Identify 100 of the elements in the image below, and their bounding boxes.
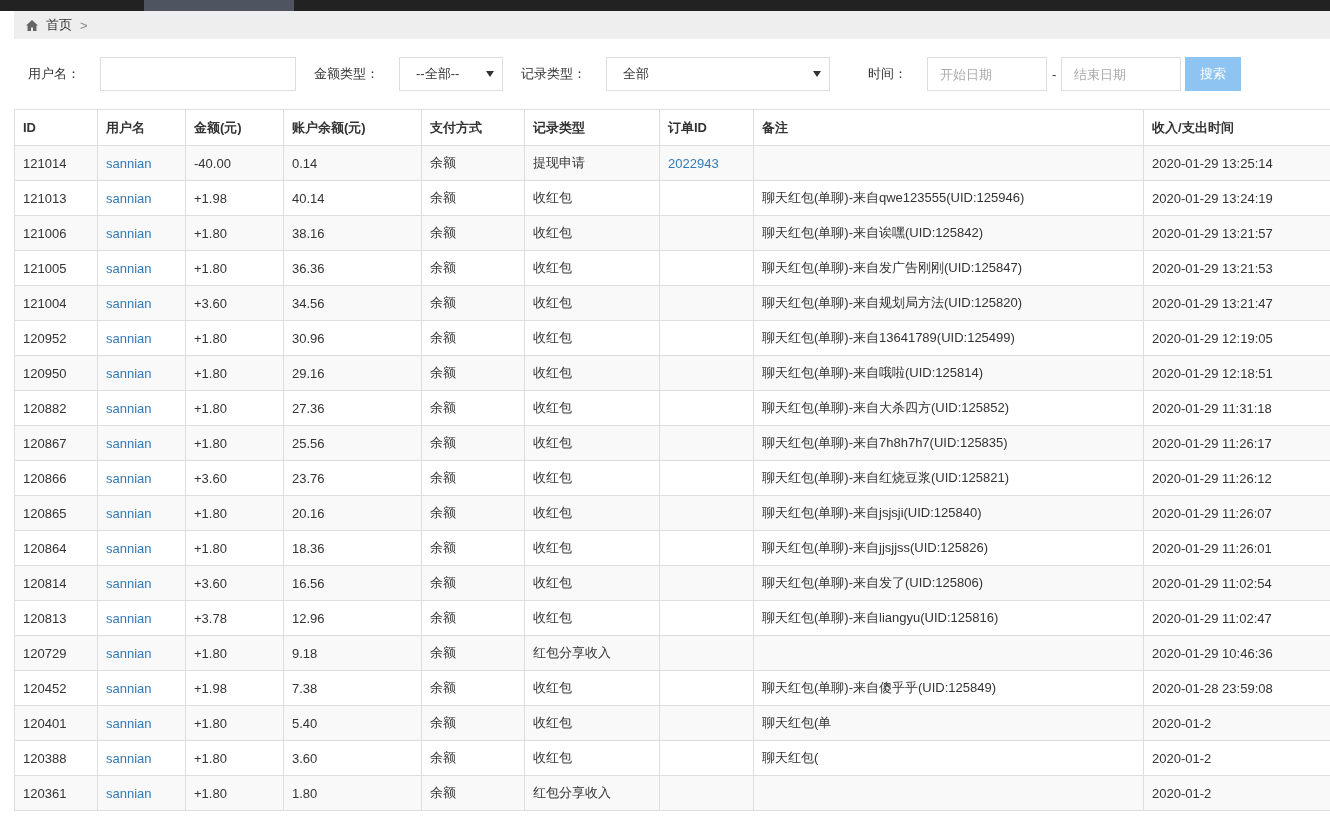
table-cell: 余额 bbox=[421, 320, 525, 356]
table-cell: 收红包 bbox=[524, 670, 660, 706]
table-cell: +1.80 bbox=[185, 390, 284, 426]
table-cell: 121005 bbox=[14, 250, 98, 286]
username-link[interactable]: sannian bbox=[97, 425, 186, 461]
username-link[interactable]: sannian bbox=[97, 635, 186, 671]
username-field[interactable] bbox=[100, 57, 296, 91]
end-date-field[interactable]: 结束日期 bbox=[1061, 57, 1182, 91]
table-cell: 聊天红包(单聊)-来自7h8h7h7(UID:125835) bbox=[753, 425, 1144, 461]
table-cell: 34.56 bbox=[283, 285, 422, 321]
username-link[interactable]: sannian bbox=[97, 215, 186, 251]
table-cell: 120950 bbox=[14, 355, 98, 391]
table-cell: 5.40 bbox=[283, 705, 422, 741]
table-cell: 聊天红包(单聊)-来自哦啦(UID:125814) bbox=[753, 355, 1144, 391]
table-cell: 聊天红包(单聊)-来自liangyu(UID:125816) bbox=[753, 600, 1144, 636]
username-link[interactable]: sannian bbox=[97, 775, 186, 811]
table-cell: 20.16 bbox=[283, 495, 422, 531]
table-cell: +1.80 bbox=[185, 425, 284, 461]
username-label: 用户名： bbox=[28, 65, 80, 83]
table-cell: 余额 bbox=[421, 250, 525, 286]
table-cell: 聊天红包(单 bbox=[753, 705, 1144, 741]
table-cell: 余额 bbox=[421, 670, 525, 706]
table-cell: +1.80 bbox=[185, 530, 284, 566]
table-cell: 120388 bbox=[14, 740, 98, 776]
table-cell: 120729 bbox=[14, 635, 98, 671]
table-cell: 聊天红包(单聊)-来自发了(UID:125806) bbox=[753, 565, 1144, 601]
table-cell: -40.00 bbox=[185, 145, 284, 181]
username-link[interactable]: sannian bbox=[97, 530, 186, 566]
username-link[interactable]: sannian bbox=[97, 250, 186, 286]
nav-tab-highlight[interactable] bbox=[144, 0, 294, 11]
username-link[interactable]: sannian bbox=[97, 285, 186, 321]
time-label: 时间： bbox=[868, 65, 907, 83]
table-cell: +1.80 bbox=[185, 320, 284, 356]
table-cell: +1.80 bbox=[185, 215, 284, 251]
table-cell: +1.98 bbox=[185, 670, 284, 706]
table-cell: +1.80 bbox=[185, 250, 284, 286]
table-cell: 9.18 bbox=[283, 635, 422, 671]
table-cell: 收红包 bbox=[524, 390, 660, 426]
username-link[interactable]: sannian bbox=[97, 600, 186, 636]
table-cell: 余额 bbox=[421, 600, 525, 636]
table-cell: 余额 bbox=[421, 635, 525, 671]
column-header: 备注 bbox=[753, 109, 1144, 146]
table-cell: 120814 bbox=[14, 565, 98, 601]
table-cell: 余额 bbox=[421, 355, 525, 391]
table-cell: 聊天红包(单聊)-来自发广告刚刚(UID:125847) bbox=[753, 250, 1144, 286]
table-cell: 收红包 bbox=[524, 425, 660, 461]
table-cell: +1.80 bbox=[185, 705, 284, 741]
table-cell: 120813 bbox=[14, 600, 98, 636]
amount-type-select[interactable]: --全部-- bbox=[399, 57, 503, 91]
table-cell: 收红包 bbox=[524, 215, 660, 251]
table-cell: 聊天红包( bbox=[753, 740, 1144, 776]
breadcrumb-home-link[interactable]: 首页 bbox=[46, 16, 72, 34]
table-cell: 聊天红包(单聊)-来自13641789(UID:125499) bbox=[753, 320, 1144, 356]
column-header: 账户余额(元) bbox=[283, 109, 422, 146]
table-cell: 0.14 bbox=[283, 145, 422, 181]
table-cell: 120866 bbox=[14, 460, 98, 496]
table-cell: +1.80 bbox=[185, 355, 284, 391]
table-cell: 收红包 bbox=[524, 320, 660, 356]
username-link[interactable]: sannian bbox=[97, 460, 186, 496]
table-cell: 收红包 bbox=[524, 285, 660, 321]
table-cell: +1.80 bbox=[185, 775, 284, 811]
username-link[interactable]: sannian bbox=[97, 320, 186, 356]
table-cell: 120952 bbox=[14, 320, 98, 356]
table-cell: +3.60 bbox=[185, 285, 284, 321]
table-cell: 余额 bbox=[421, 145, 525, 181]
table-cell: 余额 bbox=[421, 775, 525, 811]
table-cell: 收红包 bbox=[524, 740, 660, 776]
table-cell: 7.38 bbox=[283, 670, 422, 706]
username-link[interactable]: sannian bbox=[97, 495, 186, 531]
username-link[interactable]: sannian bbox=[97, 390, 186, 426]
table-cell: 收红包 bbox=[524, 600, 660, 636]
record-type-select[interactable]: 全部 bbox=[606, 57, 830, 91]
username-link[interactable]: sannian bbox=[97, 145, 186, 181]
username-link[interactable]: sannian bbox=[97, 565, 186, 601]
column-header: 记录类型 bbox=[524, 109, 660, 146]
table-cell: 3.60 bbox=[283, 740, 422, 776]
table-cell: 36.36 bbox=[283, 250, 422, 286]
table-cell: +1.98 bbox=[185, 180, 284, 216]
table-cell: 余额 bbox=[421, 390, 525, 426]
order-id-link[interactable]: 2022943 bbox=[659, 145, 754, 181]
table-cell: 余额 bbox=[421, 460, 525, 496]
table-cell: 12.96 bbox=[283, 600, 422, 636]
table-cell: 聊天红包(单聊)-来自红烧豆浆(UID:125821) bbox=[753, 460, 1144, 496]
table-cell: 23.76 bbox=[283, 460, 422, 496]
table-cell: 40.14 bbox=[283, 180, 422, 216]
username-link[interactable]: sannian bbox=[97, 180, 186, 216]
start-date-field[interactable]: 开始日期 bbox=[927, 57, 1047, 91]
table-cell: 余额 bbox=[421, 705, 525, 741]
username-link[interactable]: sannian bbox=[97, 705, 186, 741]
table-cell: 余额 bbox=[421, 740, 525, 776]
table-cell: +1.80 bbox=[185, 635, 284, 671]
table-cell: 收红包 bbox=[524, 355, 660, 391]
username-link[interactable]: sannian bbox=[97, 740, 186, 776]
table-cell: 收红包 bbox=[524, 495, 660, 531]
table-cell: +1.80 bbox=[185, 495, 284, 531]
table-cell: 聊天红包(单聊)-来自傻乎乎(UID:125849) bbox=[753, 670, 1144, 706]
username-link[interactable]: sannian bbox=[97, 670, 186, 706]
table-cell: 120361 bbox=[14, 775, 98, 811]
username-link[interactable]: sannian bbox=[97, 355, 186, 391]
column-header: ID bbox=[14, 109, 98, 146]
